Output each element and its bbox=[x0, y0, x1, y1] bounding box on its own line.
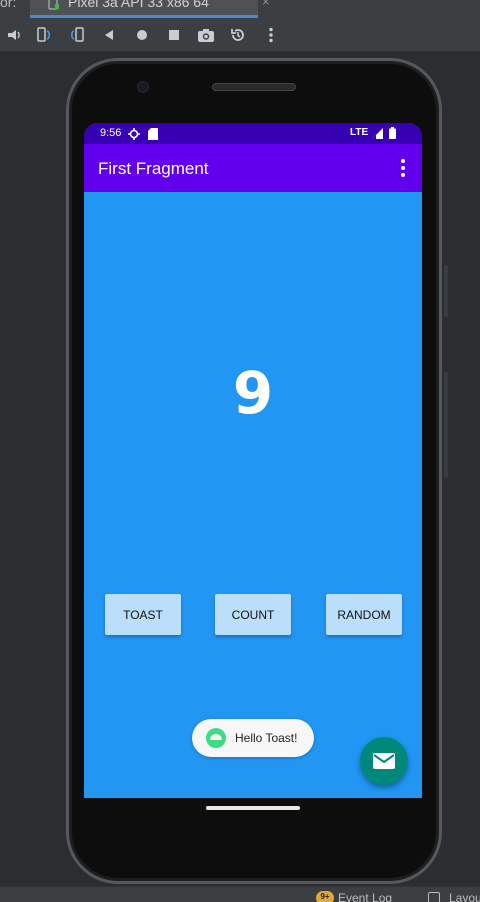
more-icon[interactable] bbox=[260, 24, 282, 46]
settings-gear-icon bbox=[128, 128, 140, 143]
device-screen: 9:56 LTE First Fragment 9 TOAST COUNT RA… bbox=[84, 123, 422, 798]
count-display: 9 bbox=[232, 359, 274, 427]
ide-tab-strip: or: Pixel 3a API 33 x86 64 × bbox=[0, 0, 480, 18]
overflow-menu-icon[interactable] bbox=[394, 158, 412, 178]
earpiece-speaker bbox=[212, 83, 296, 91]
tab-close-icon[interactable]: × bbox=[262, 0, 270, 9]
gesture-home-handle[interactable] bbox=[206, 806, 300, 810]
status-bar: 9:56 LTE bbox=[84, 123, 422, 144]
toast-button[interactable]: TOAST bbox=[105, 594, 181, 635]
page-title: First Fragment bbox=[98, 159, 209, 178]
ide-bottom-bar: 9+ Event Log Layou bbox=[0, 886, 480, 902]
snapshot-icon[interactable] bbox=[227, 24, 249, 46]
rotate-right-icon[interactable] bbox=[66, 24, 88, 46]
random-button[interactable]: RANDOM bbox=[326, 594, 402, 635]
email-fab-button[interactable] bbox=[360, 737, 408, 785]
app-bar: First Fragment bbox=[84, 144, 422, 192]
toast-text: Hello Toast! bbox=[235, 731, 298, 745]
power-button bbox=[444, 265, 448, 317]
camera-icon[interactable] bbox=[195, 24, 217, 46]
volume-rocker bbox=[444, 372, 448, 478]
home-icon[interactable] bbox=[131, 24, 153, 46]
signal-icon bbox=[372, 128, 383, 142]
tab-prefix-text: or: bbox=[0, 0, 17, 10]
email-icon bbox=[373, 753, 395, 769]
count-button[interactable]: COUNT bbox=[215, 594, 291, 635]
overview-icon[interactable] bbox=[163, 24, 185, 46]
front-camera bbox=[137, 81, 149, 93]
network-type: LTE bbox=[350, 127, 369, 138]
layout-inspector-icon bbox=[428, 892, 440, 902]
status-time: 9:56 bbox=[100, 127, 122, 139]
event-log-link[interactable]: Event Log bbox=[338, 891, 392, 902]
volume-icon[interactable] bbox=[4, 24, 26, 46]
sd-card-icon bbox=[148, 128, 158, 143]
emulator-tab-label: Pixel 3a API 33 x86 64 bbox=[68, 0, 209, 10]
event-count-badge: 9+ bbox=[316, 891, 334, 902]
emulator-tab[interactable]: Pixel 3a API 33 x86 64 × bbox=[30, 0, 270, 18]
back-icon[interactable] bbox=[98, 24, 120, 46]
android-icon bbox=[206, 728, 226, 748]
toast-message: Hello Toast! bbox=[192, 719, 314, 757]
layout-inspector-link[interactable]: Layou bbox=[449, 891, 480, 902]
battery-icon bbox=[389, 127, 396, 142]
device-icon bbox=[48, 0, 60, 10]
rotate-left-icon[interactable] bbox=[32, 24, 54, 46]
emulator-toolbar bbox=[0, 18, 480, 52]
